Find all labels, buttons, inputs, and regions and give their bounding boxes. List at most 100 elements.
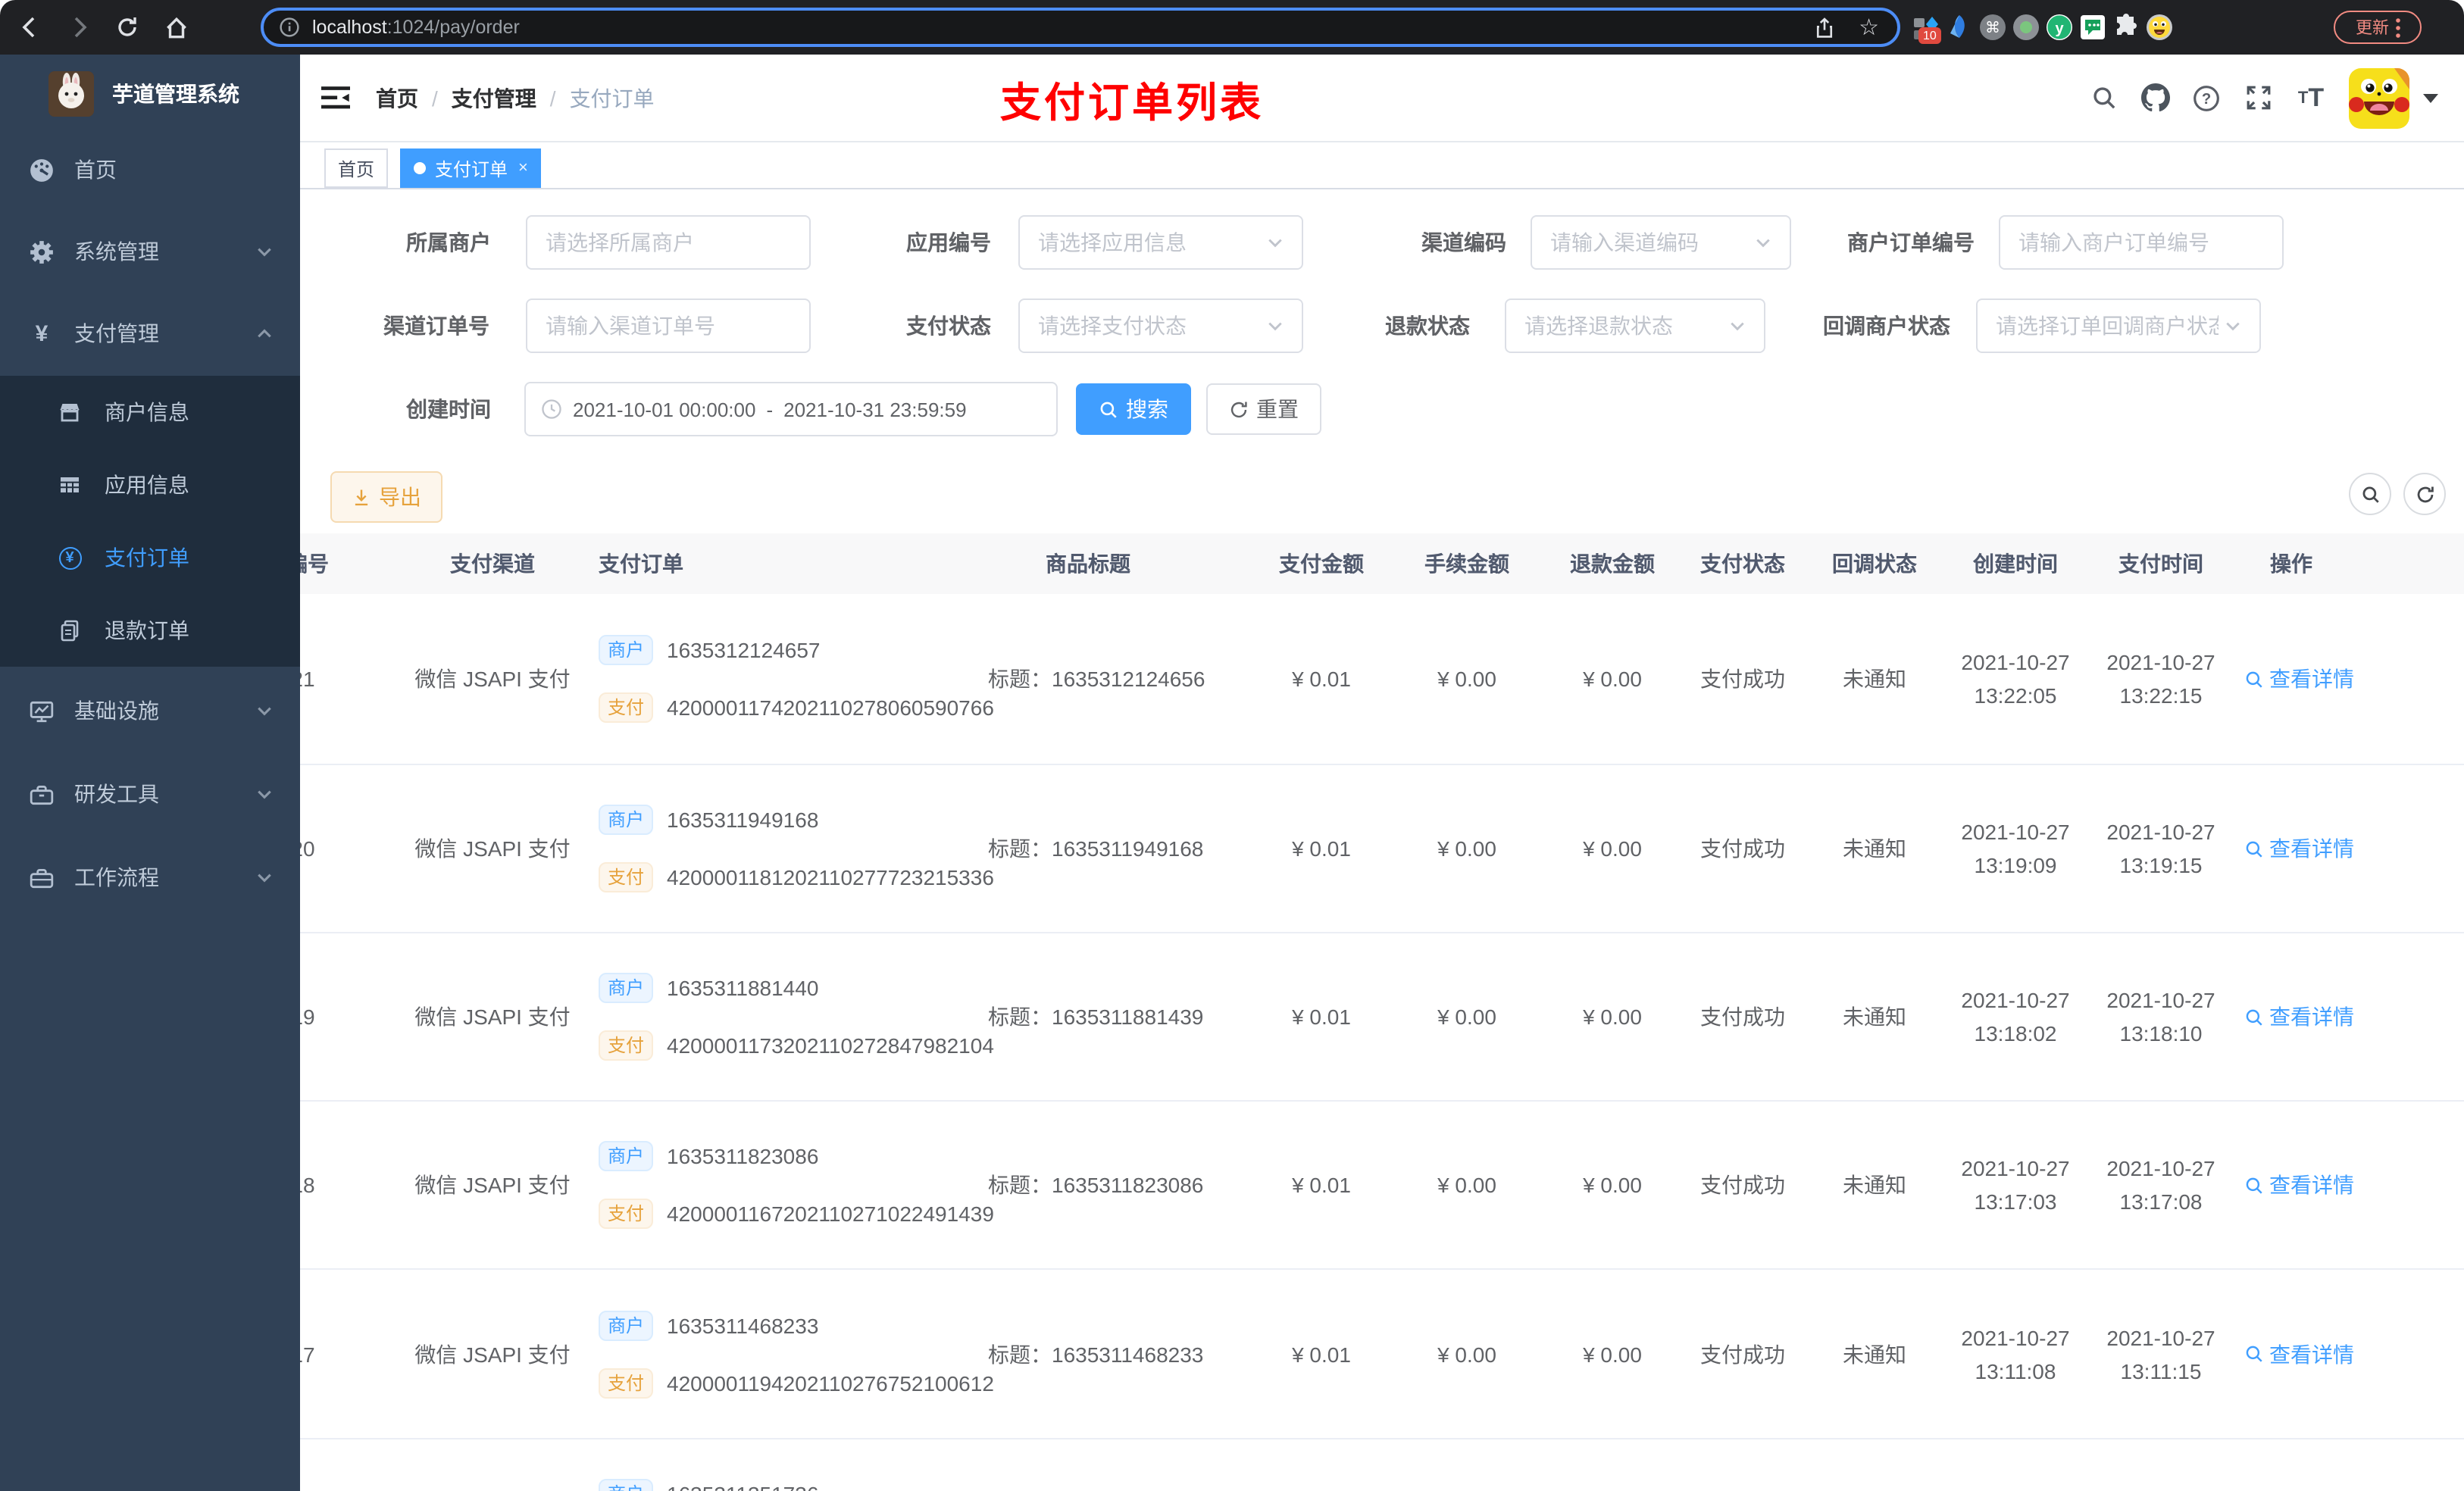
sidebar-item-label: 研发工具 <box>74 782 159 806</box>
avatar[interactable] <box>2349 68 2409 129</box>
select-placeholder: 请选择订单回调商户状态 <box>1996 314 2219 338</box>
sidebar-item-pay-order[interactable]: ¥ 支付订单 <box>0 521 300 594</box>
cell-pay-order: 支付 4200001173202110272847982104 <box>599 1030 994 1061</box>
clock-icon <box>542 399 561 419</box>
pay-tag: 支付 <box>599 692 654 723</box>
breadcrumb-home[interactable]: 首页 <box>376 83 418 113</box>
search-button[interactable]: 搜索 <box>1076 383 1191 435</box>
browser-update-button[interactable]: 更新 <box>2334 11 2422 44</box>
export-label: 导出 <box>379 485 421 509</box>
view-detail-link[interactable]: 查看详情 <box>2200 664 2397 694</box>
pay-order-no: 4200001194202110276752100612 <box>667 1371 994 1395</box>
share-icon[interactable] <box>1813 16 1834 39</box>
cell-id: 21 <box>300 667 315 691</box>
browser-forward-icon[interactable] <box>61 0 97 55</box>
sidebar-item-devtools[interactable]: 研发工具 <box>0 752 300 836</box>
breadcrumb-separator: / <box>549 86 556 110</box>
create-time-range-picker[interactable]: 2021-10-01 00:00:00 - 2021-10-31 23:59:5… <box>524 382 1058 436</box>
view-detail-label: 查看详情 <box>2269 1005 2354 1029</box>
font-size-icon[interactable]: TT <box>2290 55 2332 141</box>
chevron-down-icon <box>256 786 273 802</box>
sidebar-item-payment[interactable]: ¥ 支付管理 <box>0 291 300 376</box>
download-icon <box>355 489 368 505</box>
browser-reload-icon[interactable] <box>109 0 145 55</box>
sidebar-item-home[interactable]: 首页 <box>0 127 300 212</box>
sidebar-item-workflow[interactable]: 工作流程 <box>0 835 300 920</box>
pay-tag: 支付 <box>599 862 654 892</box>
extension-chat-icon[interactable] <box>2079 14 2106 41</box>
sidebar-item-system[interactable]: 系统管理 <box>0 209 300 294</box>
sidebar-item-app-info[interactable]: 应用信息 <box>0 449 300 521</box>
yen-circle-icon: ¥ <box>58 545 82 570</box>
refresh-table-button[interactable] <box>2403 473 2446 515</box>
col-header-order: 支付订单 <box>599 552 683 576</box>
breadcrumb-pay-mgmt[interactable]: 支付管理 <box>452 83 536 113</box>
app-id-select[interactable]: 请选择应用信息 <box>1018 215 1303 270</box>
chevron-up-icon <box>256 325 273 342</box>
export-button[interactable]: 导出 <box>330 471 442 523</box>
cell-title: 标题：1635311881439 <box>988 1005 1204 1029</box>
merchant-order-no: 1635311351736 <box>667 1482 818 1491</box>
reset-button[interactable]: 重置 <box>1206 383 1321 435</box>
sidebar-item-infra[interactable]: 基础设施 <box>0 668 300 753</box>
cell-channel: 微信 JSAPI 支付 <box>414 1173 571 1197</box>
merchant-tag: 商户 <box>599 635 654 665</box>
sidebar-item-label: 商户信息 <box>105 400 189 424</box>
header-search-icon[interactable] <box>2085 55 2122 141</box>
avatar-caret-icon[interactable] <box>2419 55 2443 141</box>
update-label: 更新 <box>2356 20 2389 38</box>
sidebar-collapse-icon[interactable] <box>312 55 358 141</box>
select-placeholder: 请输入渠道编码 <box>1550 230 1699 255</box>
merchant-order-no: 1635311823086 <box>667 1144 819 1168</box>
refresh-icon <box>1230 401 1247 417</box>
svg-text:y: y <box>2055 20 2064 37</box>
cell-id: 18 <box>300 1173 315 1197</box>
filter-label: 退款状态 <box>1385 314 1470 338</box>
merchant-tag: 商户 <box>599 1479 654 1491</box>
fullscreen-icon[interactable] <box>2240 55 2276 141</box>
view-detail-link[interactable]: 查看详情 <box>2200 1002 2397 1032</box>
col-header-title: 商品标题 <box>1046 552 1130 576</box>
sidebar-item-label: 系统管理 <box>74 239 159 264</box>
extensions-puzzle-icon[interactable] <box>2112 14 2140 41</box>
merchant-tag: 商户 <box>599 973 654 1003</box>
toggle-search-button[interactable] <box>2349 473 2391 515</box>
browser-home-icon[interactable] <box>158 0 194 55</box>
cell-title: 标题：1635311949168 <box>988 836 1204 861</box>
tab-home[interactable]: 首页 <box>324 148 389 188</box>
pay-order-no: 4200001167202110271022491439 <box>667 1202 994 1226</box>
site-info-icon[interactable] <box>279 17 300 38</box>
extension-record-icon[interactable] <box>2012 14 2040 41</box>
extension-sail-icon[interactable] <box>1946 14 1973 41</box>
extension-emoji-icon[interactable] <box>2146 14 2173 41</box>
tab-close-icon[interactable]: × <box>518 159 528 177</box>
help-icon[interactable]: ? <box>2188 55 2225 141</box>
app-logo-row[interactable]: 芋道管理系统 <box>0 64 300 124</box>
chevron-down-icon <box>256 243 273 260</box>
table-row: 19 微信 JSAPI 支付 商户 1635311881440 支付 42000… <box>300 933 2464 1102</box>
browser-back-icon[interactable] <box>12 0 48 55</box>
sidebar-item-refund-order[interactable]: 退款订单 <box>0 594 300 667</box>
filter-label: 应用编号 <box>906 230 991 255</box>
sidebar-item-label: 支付管理 <box>74 321 159 345</box>
extension-vue-icon[interactable]: y <box>2046 14 2073 41</box>
app-title: 芋道管理系统 <box>112 82 239 106</box>
notify-status-select[interactable]: 请选择订单回调商户状态 <box>1976 299 2261 353</box>
tab-pay-order[interactable]: 支付订单 × <box>400 148 542 188</box>
cell-merchant-order: 商户 1635311823086 <box>599 1141 818 1171</box>
view-detail-link[interactable]: 查看详情 <box>2200 1170 2397 1200</box>
chevron-down-icon <box>2225 317 2241 334</box>
browser-toolbar: localhost:1024/pay/order ☆ 10 ⌘ y 更新 <box>0 0 2464 55</box>
merchant-order-no-input[interactable] <box>1999 215 2284 270</box>
github-icon[interactable] <box>2137 55 2173 141</box>
bookmark-star-icon[interactable]: ☆ <box>1859 14 1879 41</box>
view-detail-link[interactable]: 查看详情 <box>2200 1339 2397 1369</box>
cell-channel: 微信 JSAPI 支付 <box>414 667 571 691</box>
extension-command-icon[interactable]: ⌘ <box>1979 14 2006 41</box>
tab-label: 首页 <box>338 158 375 180</box>
sidebar-item-merchant-info[interactable]: 商户信息 <box>0 376 300 449</box>
view-detail-link[interactable]: 查看详情 <box>2200 833 2397 864</box>
chevron-down-icon <box>256 869 273 886</box>
address-bar[interactable]: localhost:1024/pay/order ☆ <box>261 8 1900 47</box>
reset-label: 重置 <box>1256 397 1299 421</box>
